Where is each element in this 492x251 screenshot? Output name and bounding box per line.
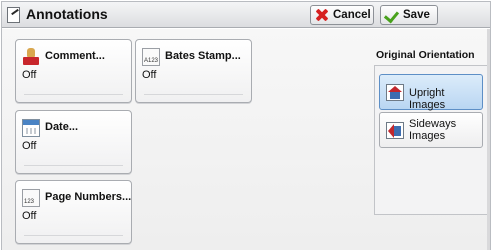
bates-stamp-button[interactable]: A123 Bates Stamp... Off [135, 39, 252, 103]
house-sideways-icon [386, 122, 404, 139]
x-icon [315, 8, 329, 22]
page-icon: A123 [142, 48, 160, 66]
save-button[interactable]: Save [380, 5, 438, 25]
upright-images-label: Upright Images [409, 87, 446, 111]
cancel-button[interactable]: Cancel [310, 5, 374, 25]
calendar-icon [22, 119, 40, 137]
divider [24, 235, 123, 236]
main-panel: Comment... Off A123 Bates Stamp... Off D… [2, 29, 490, 250]
sideways-images-option[interactable]: Sideways Images [379, 112, 483, 148]
divider [144, 94, 243, 95]
comment-button[interactable]: Comment... Off [15, 39, 132, 103]
divider [24, 165, 123, 166]
house-upright-icon [386, 84, 404, 101]
page-numbers-label: Page Numbers... [45, 191, 132, 203]
date-label: Date... [45, 121, 79, 133]
scrollbar[interactable] [487, 29, 490, 250]
page-title: Annotations [26, 6, 108, 22]
cancel-label: Cancel [333, 9, 371, 21]
date-button[interactable]: Date... Off [15, 110, 132, 174]
upright-images-option[interactable]: Upright Images [379, 74, 483, 111]
bates-stamp-label: Bates Stamp... [165, 50, 241, 62]
orientation-panel: Upright Images Sideways Images [374, 65, 488, 215]
stamp-icon [22, 48, 40, 66]
bates-stamp-value: Off [142, 69, 157, 81]
orientation-label: Original Orientation [376, 49, 475, 61]
pen-icon [7, 7, 20, 23]
comment-value: Off [22, 69, 37, 81]
sideways-images-label: Sideways Images [409, 118, 457, 142]
comment-label: Comment... [45, 50, 105, 62]
check-icon [385, 9, 399, 21]
page-numbers-button[interactable]: 123 Page Numbers... Off [15, 180, 132, 244]
divider [24, 94, 123, 95]
header-bar: Annotations Cancel Save [2, 2, 490, 28]
page-icon: 123 [22, 189, 40, 207]
date-value: Off [22, 140, 37, 152]
save-label: Save [403, 9, 430, 21]
annotations-window: Annotations Cancel Save Comment... Off A… [1, 1, 491, 250]
page-numbers-value: Off [22, 210, 37, 222]
